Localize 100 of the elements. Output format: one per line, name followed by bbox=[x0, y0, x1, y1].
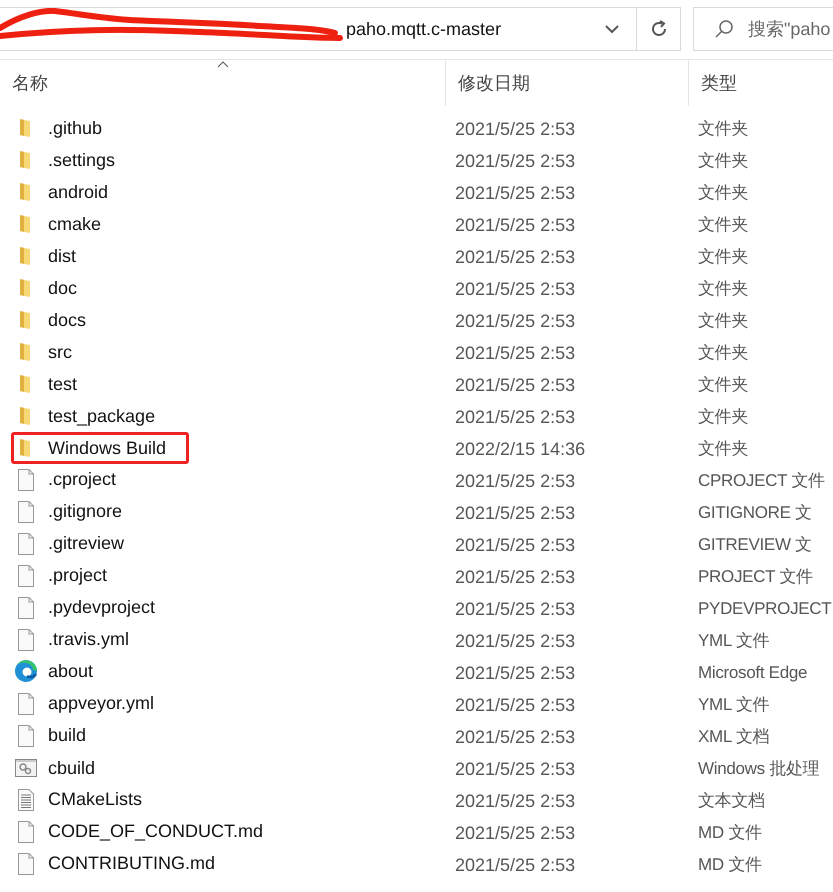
file-type: YML 文件 bbox=[697, 694, 770, 716]
file-name: about bbox=[48, 660, 94, 682]
file-name: .github bbox=[48, 116, 102, 140]
file-row[interactable]: test_package 2021/5/25 2:53 文件夹 bbox=[0, 401, 833, 433]
file-name: test bbox=[48, 372, 78, 396]
file-date: 2021/5/25 2:53 bbox=[454, 310, 576, 332]
file-name: CODE_OF_CONDUCT.md bbox=[48, 820, 264, 843]
file-type: 文件夹 bbox=[697, 182, 748, 204]
file-row[interactable]: .cproject 2021/5/25 2:53 CPROJECT 文件 bbox=[0, 465, 833, 497]
file-type: CPROJECT 文件 bbox=[697, 470, 825, 492]
file-name: Windows Build bbox=[48, 436, 166, 460]
file-name: test_package bbox=[48, 404, 156, 428]
file-name: .gitreview bbox=[48, 532, 124, 555]
column-header[interactable]: 类型 bbox=[689, 60, 833, 106]
file-icon bbox=[16, 820, 36, 842]
file-type: 文件夹 bbox=[697, 374, 748, 396]
file-name: dist bbox=[48, 244, 76, 268]
file-icon bbox=[16, 628, 36, 650]
file-row[interactable]: .project 2021/5/25 2:53 PROJECT 文件 bbox=[0, 561, 833, 593]
file-row[interactable]: CONTRIBUTING.md 2021/5/25 2:53 MD 文件 bbox=[0, 849, 833, 881]
file-type: 文件夹 bbox=[697, 310, 748, 332]
file-row[interactable]: cmake 2021/5/25 2:53 文件夹 bbox=[0, 209, 833, 241]
file-type: PYDEVPROJECT bbox=[697, 598, 832, 620]
file-date: 2021/5/25 2:53 bbox=[454, 406, 576, 428]
file-name: doc bbox=[48, 276, 78, 300]
file-date: 2021/5/25 2:53 bbox=[454, 278, 576, 300]
file-name: docs bbox=[48, 308, 86, 332]
file-type: YML 文件 bbox=[697, 630, 770, 652]
file-row[interactable]: cbuild 2021/5/25 2:53 Windows 批处理 bbox=[0, 753, 833, 785]
file-row[interactable]: CODE_OF_CONDUCT.md 2021/5/25 2:53 MD 文件 bbox=[0, 817, 833, 849]
file-row[interactable]: .github 2021/5/25 2:53 文件夹 bbox=[0, 113, 833, 145]
file-type: 文件夹 bbox=[697, 214, 748, 236]
file-icon bbox=[16, 596, 36, 618]
file-type: 文本文档 bbox=[697, 790, 765, 812]
search-placeholder: 搜索"paho bbox=[748, 18, 830, 41]
file-name: build bbox=[48, 724, 86, 747]
breadcrumb-item[interactable]: paho.mqtt.c-master bbox=[346, 16, 502, 42]
column-header[interactable]: 名称 bbox=[0, 60, 446, 106]
file-icon bbox=[16, 532, 36, 554]
file-date: 2021/5/25 2:53 bbox=[454, 182, 576, 204]
file-row[interactable]: docs 2021/5/25 2:53 文件夹 bbox=[0, 305, 833, 337]
file-date: 2021/5/25 2:53 bbox=[454, 566, 576, 588]
sort-ascending-icon bbox=[216, 60, 228, 68]
file-date: 2021/5/25 2:53 bbox=[454, 150, 576, 172]
file-name: .project bbox=[48, 564, 108, 587]
file-row[interactable]: doc 2021/5/25 2:53 文件夹 bbox=[0, 273, 833, 305]
file-type: GITREVIEW 文 bbox=[697, 534, 812, 556]
file-row[interactable]: .settings 2021/5/25 2:53 文件夹 bbox=[0, 145, 833, 177]
file-type: 文件夹 bbox=[697, 246, 748, 268]
file-type: Microsoft Edge bbox=[697, 662, 808, 684]
file-name: .settings bbox=[48, 148, 116, 172]
file-icon bbox=[16, 564, 36, 586]
file-date: 2021/5/25 2:53 bbox=[454, 502, 576, 524]
file-row[interactable]: .pydevproject 2021/5/25 2:53 PYDEVPROJECT bbox=[0, 593, 833, 625]
search-field[interactable]: 搜索"paho bbox=[693, 7, 833, 51]
file-date: 2021/5/25 2:53 bbox=[454, 534, 576, 556]
file-date: 2022/2/15 14:36 bbox=[454, 438, 586, 460]
file-date: 2021/5/25 2:53 bbox=[454, 694, 576, 716]
file-name: .cproject bbox=[48, 468, 116, 491]
file-icon bbox=[16, 468, 36, 490]
file-type: 文件夹 bbox=[697, 342, 748, 364]
file-icon bbox=[16, 724, 36, 746]
file-row[interactable]: .gitreview 2021/5/25 2:53 GITREVIEW 文 bbox=[0, 529, 833, 561]
file-date: 2021/5/25 2:53 bbox=[454, 790, 576, 812]
file-date: 2021/5/25 2:53 bbox=[454, 118, 576, 140]
file-row[interactable]: test 2021/5/25 2:53 文件夹 bbox=[0, 369, 833, 401]
file-icon bbox=[16, 500, 36, 522]
column-header[interactable]: 修改日期 bbox=[446, 60, 689, 106]
file-row[interactable]: android 2021/5/25 2:53 文件夹 bbox=[0, 177, 833, 209]
file-row[interactable]: about 2021/5/25 2:53 Microsoft Edge bbox=[0, 657, 833, 689]
chevron-down-icon[interactable] bbox=[605, 24, 619, 34]
file-name: appveyor.yml bbox=[48, 692, 154, 715]
file-name: CMakeLists bbox=[48, 788, 142, 811]
file-type: Windows 批处理 bbox=[697, 758, 820, 780]
file-name: .pydevproject bbox=[48, 596, 156, 619]
file-type: 文件夹 bbox=[697, 438, 748, 460]
file-date: 2021/5/25 2:53 bbox=[454, 470, 576, 492]
file-name: cmake bbox=[48, 212, 102, 236]
file-date: 2021/5/25 2:53 bbox=[454, 662, 576, 684]
file-icon bbox=[16, 852, 36, 874]
file-date: 2021/5/25 2:53 bbox=[454, 630, 576, 652]
file-name: CONTRIBUTING.md bbox=[48, 852, 216, 875]
file-type: 文件夹 bbox=[697, 150, 748, 172]
file-date: 2021/5/25 2:53 bbox=[454, 726, 576, 748]
file-date: 2021/5/25 2:53 bbox=[454, 854, 576, 876]
text-file-icon bbox=[16, 788, 36, 810]
file-row[interactable]: src 2021/5/25 2:53 文件夹 bbox=[0, 337, 833, 369]
file-date: 2021/5/25 2:53 bbox=[454, 758, 576, 780]
file-icon bbox=[16, 692, 36, 714]
file-row[interactable]: .gitignore 2021/5/25 2:53 GITIGNORE 文 bbox=[0, 497, 833, 529]
file-row[interactable]: .travis.yml 2021/5/25 2:53 YML 文件 bbox=[0, 625, 833, 657]
file-row[interactable]: Windows Build 2022/2/15 14:36 文件夹 bbox=[0, 433, 833, 465]
file-name: cbuild bbox=[48, 756, 96, 780]
file-name: .travis.yml bbox=[48, 628, 129, 651]
address-bar[interactable]: paho.mqtt.c-master bbox=[0, 7, 681, 51]
file-row[interactable]: dist 2021/5/25 2:53 文件夹 bbox=[0, 241, 833, 273]
file-type: 文件夹 bbox=[697, 278, 748, 300]
file-row[interactable]: CMakeLists 2021/5/25 2:53 文本文档 bbox=[0, 785, 833, 817]
file-row[interactable]: appveyor.yml 2021/5/25 2:53 YML 文件 bbox=[0, 689, 833, 721]
file-row[interactable]: build 2021/5/25 2:53 XML 文档 bbox=[0, 721, 833, 753]
